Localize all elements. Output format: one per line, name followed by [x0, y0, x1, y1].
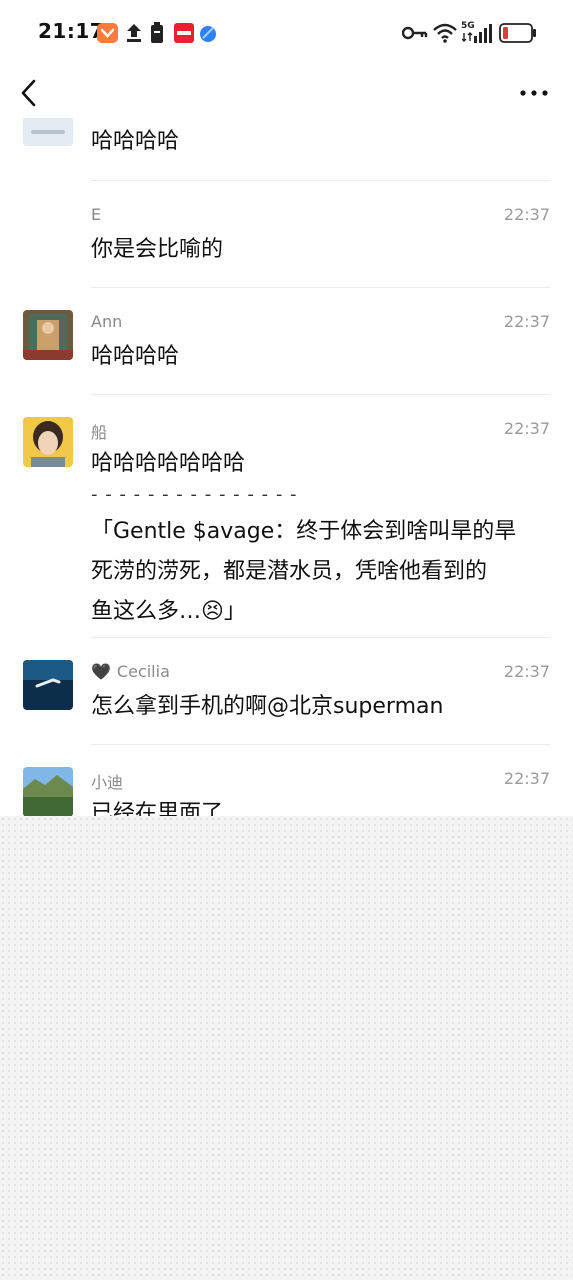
black-heart-icon: 🖤 — [91, 662, 111, 681]
sender-name: 船 — [91, 423, 108, 442]
app-red-icon — [174, 23, 194, 43]
message-list[interactable]: 哈哈哈哈 E 22:37 你是会比喻的 Ann 22:37 哈哈哈哈 船 22:… — [0, 118, 573, 816]
sender-name: Cecilia — [116, 662, 170, 681]
avatar[interactable] — [23, 767, 73, 816]
avatar-image — [23, 660, 73, 710]
empty-area — [0, 816, 573, 1280]
status-time: 21:17 — [38, 19, 105, 43]
avatar-image — [23, 310, 73, 360]
message-text: 你是会比喻的 — [91, 237, 224, 262]
sender-name: E — [91, 205, 102, 224]
upload-icon — [127, 24, 141, 42]
avatar[interactable] — [23, 417, 73, 467]
message-time: 22:37 — [503, 662, 550, 681]
quote-line: 鱼这么多…😣」 — [91, 599, 246, 624]
battery-saver-icon — [151, 22, 163, 43]
message-text: 哈哈哈哈 — [91, 129, 180, 154]
message-text: 哈哈哈哈 — [91, 344, 180, 369]
divider — [91, 744, 550, 745]
message-text: 哈哈哈哈哈哈哈 — [91, 451, 246, 476]
sender-name: Ann — [91, 312, 123, 331]
sender-name-row: 🖤 Cecilia — [91, 662, 170, 681]
message-time: 22:37 — [503, 205, 550, 224]
avatar[interactable] — [23, 118, 73, 146]
quote-line: 「Gentle $avage：终于体会到啥叫旱的旱 — [91, 519, 517, 544]
back-button[interactable] — [18, 78, 42, 108]
avatar-image — [23, 767, 73, 816]
divider — [91, 287, 550, 288]
quote-separator: - - - - - - - - - - - - - - - — [91, 484, 298, 505]
quote-line: 死涝的涝死，都是潜水员，凭啥他看到的 — [91, 559, 488, 584]
signal-icon — [462, 24, 492, 43]
avatar-image — [23, 417, 73, 467]
key-icon — [402, 26, 428, 40]
divider — [91, 637, 550, 638]
message-time: 22:37 — [503, 769, 550, 788]
nav-bar — [0, 62, 573, 124]
divider — [91, 180, 550, 181]
app-blue-icon — [200, 26, 216, 42]
message-text: 怎么拿到手机的啊@北京superman — [91, 694, 444, 719]
status-bar: 21:17 5G — [0, 0, 573, 62]
app-notification-icon — [97, 23, 118, 43]
divider — [91, 394, 550, 395]
avatar[interactable] — [23, 310, 73, 360]
message-text: 已经在里面了 — [91, 801, 224, 816]
sender-name: 小迪 — [91, 773, 124, 792]
battery-icon — [499, 23, 536, 43]
avatar-image — [23, 118, 73, 146]
message-time: 22:37 — [503, 312, 550, 331]
avatar[interactable] — [23, 660, 73, 710]
more-options-button[interactable] — [519, 83, 549, 103]
wifi-icon — [433, 23, 457, 43]
message-time: 22:37 — [503, 419, 550, 438]
